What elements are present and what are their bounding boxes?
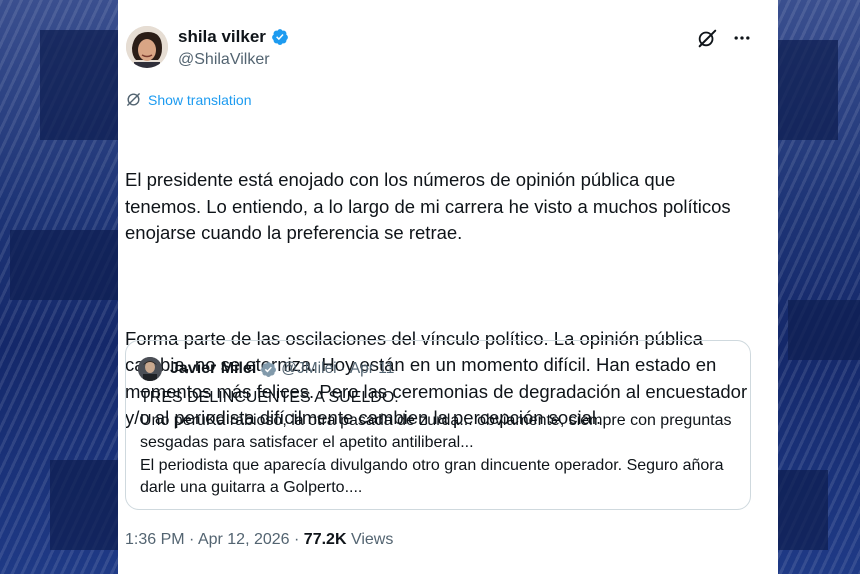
grok-icon[interactable] <box>696 27 718 49</box>
quoted-line: TRES DELINCUENTES A SUELDO. <box>140 389 399 406</box>
show-translation-label: Show translation <box>148 91 252 108</box>
quoted-tweet[interactable]: Javier Milei @JMilei · Apr 11 TRES DELIN… <box>125 340 751 510</box>
separator-dot: · <box>189 531 198 548</box>
views-count: 77.2K <box>303 531 347 548</box>
separator-dot: · <box>340 360 346 377</box>
tweet-date[interactable]: Apr 12, 2026 <box>198 531 290 548</box>
verified-badge-icon <box>272 29 288 45</box>
background-right <box>778 0 860 574</box>
background-left <box>0 0 118 574</box>
translate-icon <box>127 93 140 106</box>
separator-dot: · <box>294 531 304 548</box>
quoted-line: El periodista que aparecía divulgando ot… <box>140 456 724 497</box>
author-avatar[interactable] <box>126 26 168 68</box>
more-icon[interactable] <box>732 28 752 48</box>
quoted-author-handle: @JMilei <box>281 360 337 377</box>
tweet-meta: 1:36 PM · Apr 12, 2026 · 77.2K Views <box>125 531 393 549</box>
quoted-line: Uno peruKa rabioso, la otra pasada de zu… <box>140 411 732 452</box>
tweet-paragraph: El presidente está enojado con los númer… <box>125 169 736 243</box>
author-name[interactable]: shila vilker <box>178 27 266 47</box>
author-handle[interactable]: @ShilaVilker <box>178 51 270 69</box>
views-label: Views <box>350 531 394 548</box>
tweet-card: shila vilker @ShilaVilker Show translati… <box>118 0 778 574</box>
quoted-author-name: Javier Milei <box>170 360 257 377</box>
tweet-time[interactable]: 1:36 PM <box>125 531 185 548</box>
quoted-body: TRES DELINCUENTES A SUELDO. Uno peruKa r… <box>140 387 740 500</box>
quoted-date: Apr 11 <box>349 360 395 377</box>
verified-badge-icon <box>261 361 277 377</box>
quoted-author-avatar <box>138 357 162 381</box>
show-translation-link[interactable]: Show translation <box>125 91 252 108</box>
